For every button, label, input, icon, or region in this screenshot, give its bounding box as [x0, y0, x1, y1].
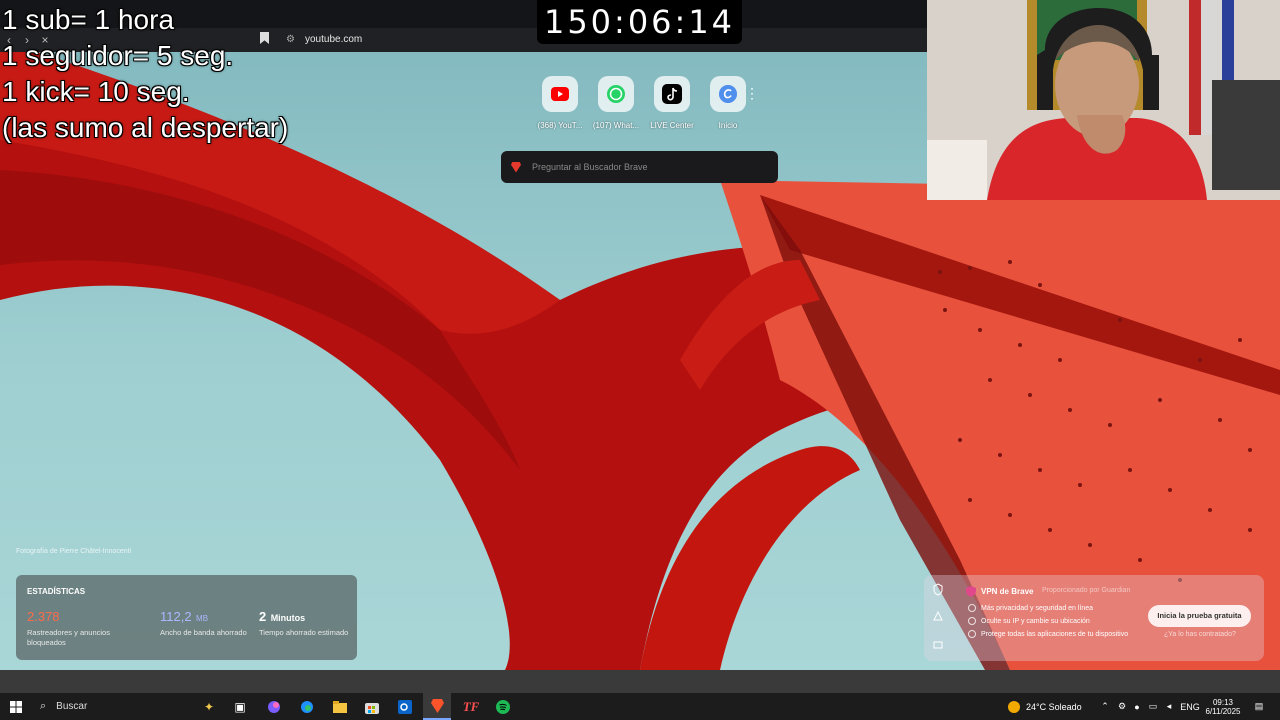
weather-sun-icon[interactable] — [1006, 693, 1022, 720]
stat-trackers-blocked: 2.378 Rastreadores y anuncios bloqueados — [27, 608, 127, 648]
notification-icon[interactable]: ▤ — [1250, 693, 1268, 720]
shortcut-label: LIVE Center — [650, 121, 694, 130]
shortcut-tile[interactable] — [710, 76, 746, 112]
windows-icon — [10, 700, 22, 713]
widget-sidebar — [924, 575, 952, 661]
microphone-icon[interactable]: ● — [1131, 693, 1143, 720]
outlook-icon — [398, 699, 412, 714]
clock-time: 09:13 — [1212, 697, 1234, 707]
volume-icon[interactable]: ◂ — [1162, 693, 1176, 720]
webcam-feed — [927, 0, 1280, 200]
start-button[interactable] — [6, 693, 26, 720]
more-options-icon[interactable]: ⋮ — [745, 86, 759, 100]
shortcut-tile[interactable] — [598, 76, 634, 112]
subathon-rules-overlay: 1 sub= 1 hora 1 seguidor= 5 seg. 1 kick=… — [2, 2, 288, 146]
sun-icon — [1008, 700, 1020, 713]
brave-lion-icon — [511, 161, 521, 173]
stat-time-saved: 2 Minutos Tiempo ahorrado estimado — [259, 608, 359, 638]
store-app-icon[interactable] — [362, 693, 382, 720]
brave-icon — [430, 698, 444, 713]
vpn-feature: Oculte su IP y cambie su ubicación — [968, 617, 1090, 625]
outlook-app-icon[interactable] — [395, 693, 415, 720]
vpn-feature-text: Protege todas las aplicaciones de tu dis… — [981, 630, 1129, 638]
address-bar-url[interactable]: youtube.com — [305, 34, 362, 45]
stat-desc: Ancho de banda ahorrado — [160, 628, 247, 637]
shortcut-tile[interactable] — [654, 76, 690, 112]
vpn-feature-text: Más privacidad y seguridad en línea — [981, 604, 1094, 612]
vpn-title: VPN de Brave — [981, 587, 1034, 596]
stat-desc: Rastreadores y anuncios bloqueados — [27, 628, 110, 647]
taskbar-search[interactable]: ⌕ Buscar ✦ — [32, 696, 218, 717]
stat-value: 112,2 — [160, 609, 192, 624]
shortcut-label: (107) What... — [592, 121, 640, 130]
task-view-icon[interactable]: ▣ — [230, 693, 250, 720]
rules-line: (las sumo al despertar) — [2, 112, 289, 143]
subathon-timer: 150:06:14 — [537, 0, 742, 44]
rules-line: 1 seguidor= 5 seg. — [2, 40, 234, 71]
shortcut-label: (368) YouT... — [537, 121, 583, 130]
vpn-feature: Protege todas las aplicaciones de tu dis… — [968, 630, 1128, 638]
vpn-feature: Más privacidad y seguridad en línea — [968, 604, 1093, 612]
stat-desc: Tiempo ahorrado estimado — [259, 628, 349, 637]
rules-line: 1 sub= 1 hora — [2, 4, 175, 35]
taskbar-search-label: Buscar — [56, 701, 88, 712]
windows-taskbar: ⌕ Buscar ✦ ▣ TF 24°C Soleado ⌃ ⚙ ● ▭ ◂ E… — [0, 693, 1280, 720]
edge-icon — [301, 700, 313, 713]
shortcut-youtube[interactable]: (368) YouT... — [538, 76, 582, 130]
vpn-feature-text: Oculte su IP y cambie su ubicación — [981, 617, 1090, 625]
vpn-shield-icon — [966, 586, 976, 597]
shortcut-label: Inicio — [718, 121, 738, 130]
stats-widget: ESTADÍSTICAS 2.378 Rastreadores y anunci… — [16, 575, 357, 660]
shortcut-tiktok-live[interactable]: LIVE Center — [650, 76, 694, 130]
top-sites-shortcuts: (368) YouT... (107) What... LIVE Center … — [538, 76, 750, 130]
brave-vpn-widget: VPN de Brave Proporcionado por Guardian … — [924, 575, 1264, 661]
brave-app-icon[interactable] — [423, 693, 451, 720]
language-indicator[interactable]: ENG — [1179, 693, 1201, 720]
webcam-image — [927, 0, 1280, 200]
widget-switcher-icons[interactable] — [924, 575, 952, 661]
spotify-app-icon[interactable] — [493, 693, 513, 720]
edge-app-icon[interactable] — [297, 693, 317, 720]
tf-app-icon[interactable]: TF — [461, 693, 481, 720]
network-icon[interactable]: ▭ — [1145, 693, 1161, 720]
stat-value: 2.378 — [27, 609, 60, 624]
stat-unit: Minutos — [270, 613, 306, 623]
brave-search-box[interactable]: Preguntar al Buscador Brave — [501, 151, 778, 183]
copilot-sparkle-icon: ✦ — [203, 699, 214, 714]
shortcut-canva[interactable]: Inicio — [706, 76, 750, 130]
shortcut-whatsapp[interactable]: (107) What... — [592, 76, 640, 130]
store-icon — [365, 702, 379, 714]
clock[interactable]: 09:13 6/11/2025 — [1202, 693, 1244, 720]
check-icon — [968, 604, 976, 612]
page-bottom-strip — [0, 670, 1280, 693]
shortcut-tile[interactable] — [542, 76, 578, 112]
search-placeholder: Preguntar al Buscador Brave — [532, 162, 648, 172]
stat-bandwidth-saved: 112,2 MB Ancho de banda ahorrado — [160, 608, 260, 638]
stat-value: 2 — [259, 609, 267, 624]
canva-icon — [719, 85, 737, 103]
stat-unit: MB — [196, 614, 209, 623]
folder-icon — [333, 700, 347, 713]
vpn-already-contracted-link[interactable]: ¿Ya lo has contratado? — [1164, 631, 1236, 638]
check-icon — [968, 617, 976, 625]
vpn-powered-by: Proporcionado por Guardian — [1042, 587, 1131, 594]
whatsapp-icon — [607, 85, 625, 103]
photo-credit[interactable]: Fotografía de Pierre Châtel-Innocenti — [16, 548, 131, 555]
tray-expand-icon[interactable]: ⌃ — [1099, 693, 1111, 720]
tray-app-icon[interactable]: ⚙ — [1115, 693, 1129, 720]
vpn-trial-button[interactable]: Inicia la prueba gratuita — [1148, 605, 1251, 627]
weather-text[interactable]: 24°C Soleado — [1026, 693, 1088, 720]
tiktok-icon — [662, 84, 682, 104]
copilot-icon — [268, 700, 280, 713]
youtube-icon — [551, 87, 569, 101]
copilot-app-icon[interactable] — [264, 693, 284, 720]
search-icon: ⌕ — [40, 700, 47, 712]
clock-date: 6/11/2025 — [1205, 706, 1241, 716]
stats-title: ESTADÍSTICAS — [27, 587, 86, 596]
file-explorer-app-icon[interactable] — [330, 693, 350, 720]
rules-line: 1 kick= 10 seg. — [2, 76, 190, 107]
spotify-icon — [496, 699, 510, 714]
check-icon — [968, 630, 976, 638]
